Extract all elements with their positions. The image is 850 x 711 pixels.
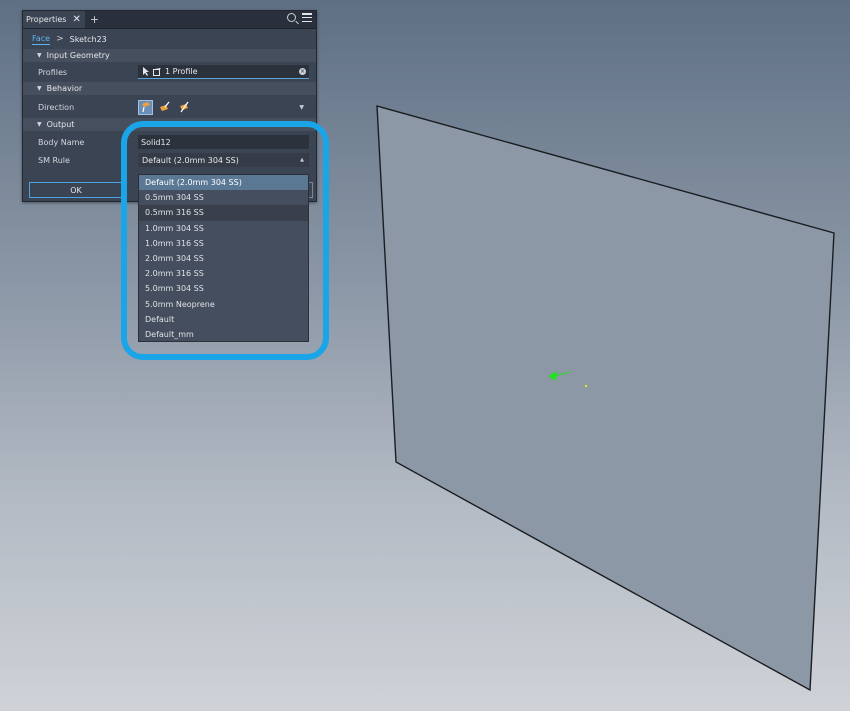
clear-selection-icon[interactable]: × (299, 68, 306, 75)
profiles-row: Profiles 1 Profile × (23, 62, 316, 82)
tab-properties-label: Properties (26, 15, 67, 24)
direction-symmetric-button[interactable] (176, 100, 191, 115)
direction-row: Direction ▼ (23, 95, 316, 119)
sketch-face[interactable] (376, 105, 835, 692)
profiles-label: Profiles (38, 67, 68, 77)
breadcrumb-current: Sketch23 (69, 34, 107, 44)
dropdown-option[interactable]: 2.0mm 316 SS (139, 266, 308, 281)
sm-rule-dropdown-list: Default (2.0mm 304 SS) 0.5mm 304 SS 0.5m… (138, 174, 309, 342)
search-icon[interactable] (287, 13, 296, 22)
section-behavior[interactable]: ▼ Behavior (23, 82, 316, 95)
sm-rule-label: SM Rule (38, 155, 70, 165)
direction-flip-icon (159, 101, 169, 111)
dropdown-option[interactable]: Default_mm (139, 327, 308, 342)
direction-default-button[interactable] (138, 99, 153, 115)
direction-options (138, 99, 191, 115)
breadcrumb-face-link[interactable]: Face (32, 34, 51, 45)
collapse-triangle-icon: ▼ (37, 52, 42, 59)
direction-symmetric-icon (179, 101, 188, 113)
chevron-up-icon: ▲ (300, 157, 304, 163)
direction-label: Direction (38, 102, 75, 112)
body-name-label: Body Name (38, 137, 85, 147)
body-name-row: Body Name Solid12 (23, 131, 316, 153)
direction-default-icon (141, 102, 150, 113)
body-name-value: Solid12 (141, 137, 171, 147)
collapse-triangle-icon: ▼ (37, 85, 42, 92)
dropdown-option[interactable]: 2.0mm 304 SS (139, 251, 308, 266)
chevron-down-icon[interactable]: ▼ (299, 104, 304, 111)
collapse-triangle-icon: ▼ (37, 121, 42, 128)
dropdown-option[interactable]: 1.0mm 304 SS (139, 221, 308, 236)
sketch-profile-icon (153, 67, 161, 76)
dropdown-option[interactable]: 0.5mm 316 SS (139, 205, 308, 221)
menu-icon[interactable] (302, 13, 312, 22)
sm-rule-select[interactable]: Default (2.0mm 304 SS) ▲ (138, 153, 309, 167)
section-input-geometry[interactable]: ▼ Input Geometry (23, 49, 316, 62)
select-cursor-icon (143, 67, 149, 76)
body-name-input[interactable]: Solid12 (138, 135, 309, 149)
profiles-selector[interactable]: 1 Profile × (138, 65, 309, 79)
dropdown-option[interactable]: Default (2.0mm 304 SS) (139, 175, 308, 191)
breadcrumb: Face > Sketch23 (23, 29, 316, 49)
dropdown-option[interactable]: 5.0mm Neoprene (139, 297, 308, 312)
panel-titlebar: Properties ✕ + (23, 11, 316, 29)
dropdown-option[interactable]: 0.5mm 304 SS (139, 190, 308, 205)
section-behavior-label: Behavior (46, 84, 83, 93)
section-input-geometry-label: Input Geometry (46, 51, 110, 60)
direction-flip-button[interactable] (157, 100, 172, 115)
section-output-label: Output (46, 120, 75, 129)
ok-button[interactable]: OK (29, 182, 123, 198)
dropdown-option[interactable]: 5.0mm 304 SS (139, 281, 308, 296)
breadcrumb-separator: > (56, 34, 64, 44)
sm-rule-row: SM Rule Default (2.0mm 304 SS) ▲ (23, 153, 316, 167)
dropdown-option[interactable]: 1.0mm 316 SS (139, 236, 308, 251)
close-icon[interactable]: ✕ (72, 14, 80, 25)
sm-rule-value: Default (2.0mm 304 SS) (142, 155, 239, 165)
profiles-value: 1 Profile (165, 67, 198, 76)
add-tab-icon[interactable]: + (90, 14, 99, 25)
section-output[interactable]: ▼ Output (23, 118, 316, 131)
tab-properties[interactable]: Properties ✕ (23, 11, 85, 28)
origin-point-icon (584, 384, 588, 388)
dropdown-option[interactable]: Default (139, 312, 308, 327)
